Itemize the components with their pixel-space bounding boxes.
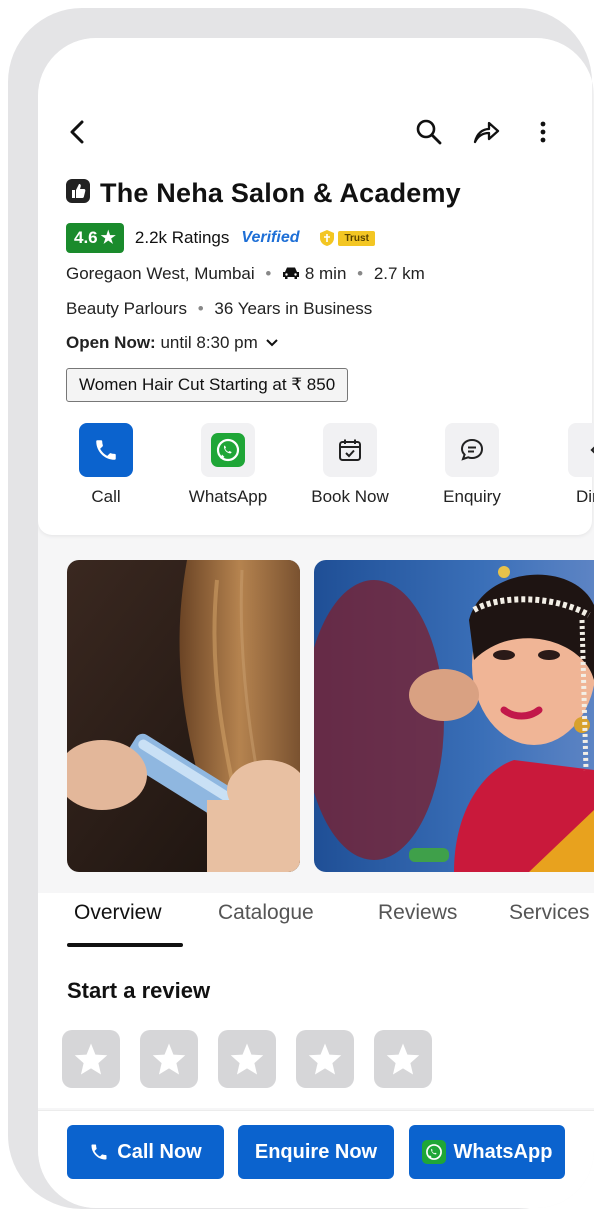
rating-row: 4.6 ★ 2.2k Ratings Verified Trust bbox=[66, 223, 375, 253]
chevron-down-icon bbox=[265, 333, 279, 353]
whatsapp-action[interactable]: WhatsApp bbox=[168, 423, 288, 507]
drive-time: 8 min bbox=[304, 264, 347, 283]
directions-action-label: Dire bbox=[576, 487, 594, 506]
star-icon bbox=[74, 1043, 108, 1075]
star-icon bbox=[152, 1043, 186, 1075]
enquiry-action[interactable]: Enquiry bbox=[412, 423, 532, 507]
share-icon[interactable] bbox=[468, 114, 504, 150]
offer-text: Women Hair Cut Starting at ₹ 850 bbox=[79, 375, 336, 394]
app-screen: The Neha Salon & Academy 4.6 ★ 2.2k Rati… bbox=[38, 38, 594, 1208]
rating-star-4[interactable] bbox=[296, 1030, 354, 1088]
call-action-label: Call bbox=[91, 487, 121, 506]
category[interactable]: Beauty Parlours bbox=[66, 299, 187, 318]
rating-value: 4.6 bbox=[74, 228, 98, 247]
call-action[interactable]: Call bbox=[46, 423, 166, 507]
bridal-makeup-photo[interactable] bbox=[314, 560, 594, 872]
enquire-now-button[interactable]: Enquire Now bbox=[238, 1125, 394, 1179]
photo-gallery[interactable] bbox=[38, 560, 594, 872]
distance: 2.7 km bbox=[373, 264, 425, 283]
hours-row[interactable]: Open Now: until 8:30 pm bbox=[66, 333, 279, 353]
open-until: until 8:30 pm bbox=[160, 333, 258, 352]
car-icon bbox=[283, 267, 300, 279]
thumbs-up-badge-icon bbox=[66, 179, 90, 208]
call-now-label: Call Now bbox=[117, 1140, 202, 1163]
location-row: Goregaon West, Mumbai • 8 min • 2.7 km bbox=[66, 264, 425, 283]
trust-label: Trust bbox=[338, 230, 375, 246]
bottom-action-bar: Call Now Enquire Now WhatsApp bbox=[38, 1110, 594, 1208]
trust-badge: Trust bbox=[319, 229, 375, 247]
book-now-action[interactable]: Book Now bbox=[290, 423, 410, 507]
chat-bubble-icon bbox=[445, 423, 499, 477]
rating-star-5[interactable] bbox=[374, 1030, 432, 1088]
tab-catalogue[interactable]: Catalogue bbox=[218, 901, 314, 925]
star-icon bbox=[230, 1043, 264, 1075]
device-frame: The Neha Salon & Academy 4.6 ★ 2.2k Rati… bbox=[8, 8, 594, 1209]
business-info-card: The Neha Salon & Academy 4.6 ★ 2.2k Rati… bbox=[38, 38, 594, 535]
whatsapp-icon bbox=[201, 423, 255, 477]
verified-badge: Verified bbox=[241, 229, 300, 246]
quick-actions: Call WhatsApp Book Now Enquiry Di bbox=[38, 423, 594, 513]
whatsapp-icon bbox=[421, 1140, 446, 1164]
hair-straightening-photo[interactable] bbox=[67, 560, 300, 872]
years-in-business: 36 Years in Business bbox=[214, 299, 373, 318]
rating-badge[interactable]: 4.6 ★ bbox=[66, 223, 124, 253]
tab-reviews[interactable]: Reviews bbox=[378, 901, 457, 925]
trust-shield-icon bbox=[320, 230, 335, 246]
business-title-row: The Neha Salon & Academy bbox=[66, 178, 461, 209]
whatsapp-label: WhatsApp bbox=[453, 1140, 553, 1163]
review-title: Start a review bbox=[67, 978, 211, 1003]
star-icon bbox=[386, 1043, 420, 1075]
business-name: The Neha Salon & Academy bbox=[100, 178, 461, 208]
active-tab-indicator bbox=[67, 943, 183, 947]
star-icon bbox=[308, 1043, 342, 1075]
enquire-now-label: Enquire Now bbox=[254, 1140, 378, 1163]
calendar-check-icon bbox=[323, 423, 377, 477]
category-row: Beauty Parlours • 36 Years in Business bbox=[66, 299, 373, 318]
enquiry-action-label: Enquiry bbox=[443, 487, 501, 506]
ratings-count[interactable]: 2.2k Ratings bbox=[135, 228, 230, 248]
rating-star-1[interactable] bbox=[62, 1030, 120, 1088]
back-arrow-icon[interactable] bbox=[60, 114, 96, 150]
tab-services[interactable]: Services bbox=[509, 901, 590, 925]
rating-star-3[interactable] bbox=[218, 1030, 276, 1088]
tab-bar: Overview Catalogue Reviews Services bbox=[38, 893, 594, 949]
open-now-label: Open Now: bbox=[66, 333, 156, 352]
book-now-action-label: Book Now bbox=[311, 487, 389, 506]
star-rating-input bbox=[62, 1030, 432, 1088]
location-text: Goregaon West, Mumbai bbox=[66, 264, 255, 283]
whatsapp-action-label: WhatsApp bbox=[188, 487, 268, 506]
call-now-button[interactable]: Call Now bbox=[67, 1125, 224, 1179]
whatsapp-button[interactable]: WhatsApp bbox=[409, 1125, 565, 1179]
rating-star-2[interactable] bbox=[140, 1030, 198, 1088]
star-icon: ★ bbox=[100, 228, 116, 247]
phone-icon bbox=[79, 423, 133, 477]
search-icon[interactable] bbox=[411, 114, 447, 150]
offer-tag[interactable]: Women Hair Cut Starting at ₹ 850 bbox=[66, 368, 349, 402]
tab-overview[interactable]: Overview bbox=[74, 901, 162, 925]
directions-icon bbox=[568, 423, 594, 477]
start-review-section: Start a review bbox=[38, 948, 594, 1108]
more-vertical-icon[interactable] bbox=[525, 114, 561, 150]
directions-action[interactable]: Dire bbox=[534, 423, 594, 507]
phone-icon bbox=[91, 1144, 107, 1160]
